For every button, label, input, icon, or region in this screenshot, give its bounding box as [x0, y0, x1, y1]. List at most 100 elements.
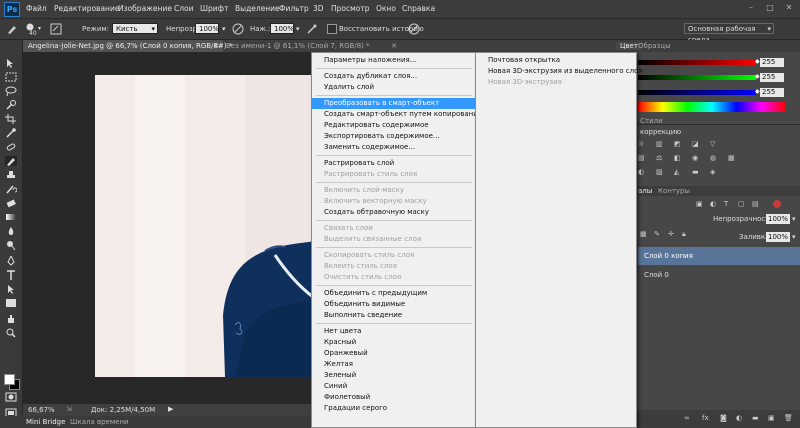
brightness-icon[interactable]: ☼: [638, 140, 644, 148]
context-menu-item[interactable]: Выполнить сведение: [312, 310, 476, 321]
move-tool-icon[interactable]: [5, 58, 17, 68]
layer-row[interactable]: Слой 0: [638, 266, 800, 284]
workspace-select[interactable]: Основная рабочая среда▾: [684, 23, 774, 44]
path-selection-tool-icon[interactable]: [5, 284, 17, 294]
chevron-down-icon[interactable]: ▾: [792, 233, 796, 241]
zoom-tool-icon[interactable]: [5, 328, 17, 338]
eyedropper-tool-icon[interactable]: [5, 128, 17, 138]
context-menu-item[interactable]: Создать смарт-объект путем копирования: [312, 109, 482, 120]
color-lookup-icon[interactable]: ▦: [728, 154, 735, 162]
channel-mixer-icon[interactable]: ◍: [710, 154, 716, 162]
context-menu-item[interactable]: Объединить с предыдущим: [312, 288, 476, 299]
tab-timeline[interactable]: Шкала времени: [70, 418, 129, 426]
gradient-tool-icon[interactable]: [5, 212, 17, 222]
menu-help[interactable]: Справка: [402, 4, 435, 13]
submenu-item[interactable]: Новая 3D-экструзия из выделенного слоя: [476, 66, 643, 77]
tab-channels[interactable]: алы: [638, 187, 652, 195]
curves-icon[interactable]: ◩: [674, 140, 681, 148]
context-menu-item[interactable]: Заменить содержимое...: [312, 142, 476, 153]
selective-color-icon[interactable]: ◈: [710, 168, 715, 176]
lock-transparency-icon[interactable]: ▦: [640, 230, 647, 238]
menu-filter[interactable]: Фильтр: [279, 4, 309, 13]
tablet-pressure-opacity-icon[interactable]: [232, 23, 244, 35]
pressure-field[interactable]: 100%: [270, 23, 294, 34]
menu-image[interactable]: Изображение: [118, 4, 172, 13]
menu-window[interactable]: Окно: [376, 4, 396, 13]
context-menu-item[interactable]: Красный: [312, 337, 476, 348]
menu-3d[interactable]: 3D: [313, 4, 324, 13]
context-menu-item[interactable]: Преобразовать в смарт-объект: [312, 98, 476, 109]
new-group-icon[interactable]: ▬: [752, 414, 759, 422]
context-menu-item[interactable]: Синий: [312, 381, 476, 392]
close-tab-icon[interactable]: ✕: [391, 40, 397, 52]
menu-edit[interactable]: Редактирование: [54, 4, 119, 13]
lock-pixels-icon[interactable]: ✎: [654, 230, 660, 238]
add-mask-icon[interactable]: ◙: [720, 414, 727, 422]
filter-adjustment-icon[interactable]: ◐: [710, 200, 716, 208]
chevron-down-icon[interactable]: ▾: [296, 25, 300, 33]
document-image[interactable]: [95, 75, 317, 377]
layer-row-selected[interactable]: Слой 0 копия: [638, 247, 800, 265]
new-layer-icon[interactable]: ▣: [768, 414, 775, 422]
maximize-icon[interactable]: □: [765, 3, 775, 13]
crop-tool-icon[interactable]: [5, 114, 17, 124]
threshold-icon[interactable]: ◭: [674, 168, 679, 176]
context-menu-item[interactable]: Создать обтравочную маску: [312, 207, 476, 218]
context-menu-item[interactable]: Градации серого: [312, 403, 476, 414]
context-menu-item[interactable]: Оранжевый: [312, 348, 476, 359]
filter-smart-icon[interactable]: ▤: [752, 200, 759, 208]
healing-brush-tool-icon[interactable]: [5, 142, 17, 152]
restore-history-checkbox[interactable]: [327, 24, 337, 34]
context-menu-item[interactable]: Нет цвета: [312, 326, 476, 337]
tab-styles[interactable]: Стили: [640, 117, 663, 125]
delete-layer-icon[interactable]: 🗑︎: [784, 414, 793, 422]
layer-opacity-field[interactable]: 100%: [766, 214, 790, 224]
context-menu-item[interactable]: Растрировать слой: [312, 158, 476, 169]
context-menu-item[interactable]: Создать дубликат слоя...: [312, 71, 476, 82]
context-menu-item[interactable]: Экспортировать содержимое...: [312, 131, 476, 142]
green-value[interactable]: 255: [760, 73, 784, 82]
exposure-icon[interactable]: ◪: [692, 140, 699, 148]
lock-all-icon[interactable]: 🔒︎: [682, 230, 686, 239]
zoom-level[interactable]: 66,67%: [28, 406, 55, 414]
slider-thumb-icon[interactable]: ◆: [755, 88, 760, 95]
new-adjustment-icon[interactable]: ◐: [736, 414, 742, 422]
layer-style-icon[interactable]: fx: [702, 414, 709, 422]
slider-thumb-icon[interactable]: ◆: [755, 73, 760, 80]
chevron-down-icon[interactable]: ▾: [792, 215, 796, 223]
quick-mask-icon[interactable]: [5, 392, 17, 402]
layer-fill-field[interactable]: 100%: [766, 232, 790, 242]
foreground-color-swatch[interactable]: [4, 374, 15, 385]
context-menu-item[interactable]: Желтая: [312, 359, 476, 370]
red-slider[interactable]: [638, 60, 756, 65]
rectangle-tool-icon[interactable]: [5, 298, 17, 308]
menu-select[interactable]: Выделение: [235, 4, 280, 13]
color-balance-icon[interactable]: ⚖: [656, 154, 662, 162]
color-spectrum[interactable]: [638, 102, 786, 112]
context-menu-item[interactable]: Фиолетовый: [312, 392, 476, 403]
lasso-tool-icon[interactable]: [5, 86, 17, 96]
blur-tool-icon[interactable]: [5, 226, 17, 236]
menu-file[interactable]: Файл: [26, 4, 47, 13]
document-tab-active[interactable]: Angelina-Jolie-Net.jpg @ 66,7% (Слой 0 к…: [24, 40, 232, 52]
export-icon[interactable]: ⇲: [66, 405, 72, 413]
context-menu-item[interactable]: Параметры наложения...: [312, 55, 476, 66]
menu-view[interactable]: Просмотр: [331, 4, 370, 13]
hand-tool-icon[interactable]: [5, 314, 17, 324]
eraser-tool-icon[interactable]: [5, 198, 17, 208]
tab-mini-bridge[interactable]: Mini Bridge: [26, 418, 65, 426]
filter-shape-icon[interactable]: ▢: [738, 200, 745, 208]
context-menu-item[interactable]: Объединить видимые: [312, 299, 476, 310]
context-menu-item[interactable]: Редактировать содержимое: [312, 120, 476, 131]
posterize-icon[interactable]: ▨: [656, 168, 663, 176]
quick-selection-tool-icon[interactable]: [5, 100, 17, 110]
close-tab-icon[interactable]: ✕: [213, 40, 219, 52]
photo-filter-icon[interactable]: ◉: [692, 154, 698, 162]
lock-position-icon[interactable]: ✛: [668, 230, 674, 238]
type-tool-icon[interactable]: [5, 270, 17, 280]
invert-icon[interactable]: ◐: [638, 168, 644, 176]
dodge-tool-icon[interactable]: [5, 240, 17, 250]
menu-type[interactable]: Шрифт: [200, 4, 228, 13]
brush-tool-icon[interactable]: [6, 23, 18, 35]
status-menu-arrow-icon[interactable]: ▶: [168, 405, 173, 413]
